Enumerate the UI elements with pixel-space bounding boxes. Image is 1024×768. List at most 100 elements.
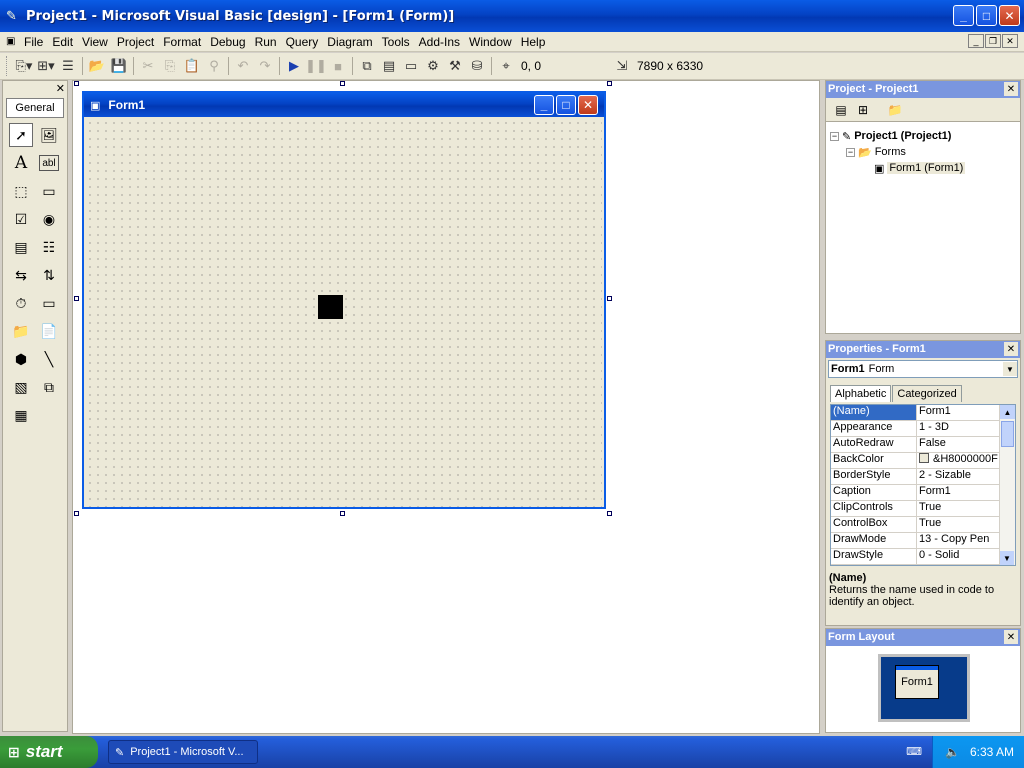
minimize-button[interactable]: _ [953, 5, 974, 26]
property-row[interactable]: DrawMode 13 - Copy Pen [831, 533, 1015, 549]
redo-icon[interactable]: ↷ [254, 55, 276, 77]
optionbutton-tool-icon[interactable]: ◉ [37, 207, 61, 231]
commandbutton-tool-icon[interactable]: ▭ [37, 179, 61, 203]
resize-handle[interactable] [74, 296, 79, 301]
menu-tools[interactable]: Tools [382, 35, 410, 49]
listbox-tool-icon[interactable]: ☷ [37, 235, 61, 259]
toolbar-grip[interactable] [6, 56, 9, 76]
menu-file[interactable]: File [24, 35, 43, 49]
property-row[interactable]: ClipControls True [831, 501, 1015, 517]
property-row[interactable]: BorderStyle 2 - Sizable [831, 469, 1015, 485]
chevron-down-icon[interactable]: ▼ [1003, 362, 1017, 376]
project-pane-close-icon[interactable]: ✕ [1004, 82, 1018, 96]
resize-handle[interactable] [340, 511, 345, 516]
toolbox-icon[interactable]: ⚒ [444, 55, 466, 77]
vb-app-icon[interactable]: ✎ [6, 8, 22, 24]
checkbox-tool-icon[interactable]: ☑ [9, 207, 33, 231]
collapse-icon[interactable]: − [846, 147, 855, 157]
start-button[interactable]: ⊞ start [0, 736, 98, 768]
menu-edit[interactable]: Edit [52, 35, 73, 49]
property-row[interactable]: ControlBox True [831, 517, 1015, 533]
menu-project[interactable]: Project [117, 35, 154, 49]
menu-add-ins[interactable]: Add-Ins [419, 35, 460, 49]
toggle-folders-icon[interactable]: 📁 [886, 101, 904, 119]
mdi-restore-button[interactable]: ❐ [985, 34, 1001, 48]
dirlistbox-tool-icon[interactable]: 📁 [9, 319, 33, 343]
scroll-down-icon[interactable]: ▼ [1000, 551, 1014, 565]
toolbox-close-icon[interactable]: ✕ [56, 82, 65, 95]
keyboard-icon[interactable]: ⌨ [906, 745, 922, 758]
find-icon[interactable]: ⚲ [203, 55, 225, 77]
mdi-close-button[interactable]: ✕ [1002, 34, 1018, 48]
toolbox-tab-general[interactable]: General [6, 98, 64, 118]
collapse-icon[interactable]: − [830, 131, 839, 141]
property-row[interactable]: Caption Form1 [831, 485, 1015, 501]
property-row[interactable]: DrawStyle 0 - Solid [831, 549, 1015, 565]
filelistbox-tool-icon[interactable]: 📄 [37, 319, 61, 343]
resize-handle[interactable] [340, 81, 345, 86]
hscrollbar-tool-icon[interactable]: ⇆ [9, 263, 33, 287]
data-tool-icon[interactable]: ⧉ [37, 375, 61, 399]
line-tool-icon[interactable]: ╲ [37, 347, 61, 371]
view-object-icon[interactable]: ⊞ [854, 101, 872, 119]
start-icon[interactable]: ▶ [283, 55, 305, 77]
shape-tool-icon[interactable]: ⬢ [9, 347, 33, 371]
pointer-tool-icon[interactable]: ➚ [9, 123, 33, 147]
drivelistbox-tool-icon[interactable]: ▭ [37, 291, 61, 315]
maximize-button[interactable]: □ [976, 5, 997, 26]
picturebox-tool-icon[interactable]: 🖼 [37, 123, 61, 147]
menu-query[interactable]: Query [286, 35, 319, 49]
scroll-up-icon[interactable]: ▲ [1000, 405, 1015, 419]
menu-help[interactable]: Help [521, 35, 546, 49]
break-icon[interactable]: ❚❚ [305, 55, 327, 77]
frame-tool-icon[interactable]: ⬚ [9, 179, 33, 203]
properties-icon[interactable]: ▤ [378, 55, 400, 77]
taskbar-button-vb[interactable]: ✎ Project1 - Microsoft V... [108, 740, 258, 764]
menu-window[interactable]: Window [469, 35, 512, 49]
tab-alphabetic[interactable]: Alphabetic [830, 385, 892, 402]
form-control-black-square[interactable] [318, 295, 343, 319]
resize-handle[interactable] [607, 81, 612, 86]
timer-tool-icon[interactable]: ⏱ [9, 291, 33, 315]
cut-icon[interactable]: ✂ [137, 55, 159, 77]
property-row[interactable]: (Name) Form1 [831, 405, 1015, 421]
add-project-icon[interactable]: ⎘▾ [13, 55, 35, 77]
menu-view[interactable]: View [82, 35, 108, 49]
object-browser-icon[interactable]: ⚙ [422, 55, 444, 77]
menu-editor-icon[interactable]: ☰ [57, 55, 79, 77]
close-button[interactable]: ✕ [999, 5, 1020, 26]
properties-scrollbar[interactable]: ▲ ▼ [999, 405, 1015, 565]
vscrollbar-tool-icon[interactable]: ⇅ [37, 263, 61, 287]
speaker-icon[interactable]: 🔈 [945, 745, 960, 759]
add-form-icon[interactable]: ⊞▾ [35, 55, 57, 77]
scroll-thumb[interactable] [1001, 421, 1014, 447]
tree-row-forms[interactable]: − 📂 Forms [830, 144, 1016, 160]
tree-row-form1[interactable]: ▣ Form1 (Form1) [830, 160, 1016, 176]
copy-icon[interactable]: ⎘ [159, 55, 181, 77]
combobox-tool-icon[interactable]: ▤ [9, 235, 33, 259]
form-layout-close-icon[interactable]: ✕ [1004, 630, 1018, 644]
tab-categorized[interactable]: Categorized [892, 385, 962, 402]
property-row[interactable]: Appearance 1 - 3D [831, 421, 1015, 437]
mini-form-preview[interactable]: Form1 [895, 665, 939, 699]
label-tool-icon[interactable]: A [9, 151, 33, 175]
form-minimize-button[interactable]: _ [534, 95, 554, 115]
image-tool-icon[interactable]: ▧ [9, 375, 33, 399]
form-close-button[interactable]: ✕ [578, 95, 598, 115]
undo-icon[interactable]: ↶ [232, 55, 254, 77]
property-row[interactable]: AutoRedraw False [831, 437, 1015, 453]
form-title-bar[interactable]: ▣ Form1 _ □ ✕ [84, 93, 604, 117]
end-icon[interactable]: ■ [327, 55, 349, 77]
object-selector-combo[interactable]: Form1 Form ▼ [828, 360, 1018, 378]
clock[interactable]: 6:33 AM [970, 745, 1014, 759]
property-row[interactable]: BackColor &H8000000F [831, 453, 1015, 469]
resize-handle[interactable] [607, 511, 612, 516]
tree-row-project[interactable]: − ✎ Project1 (Project1) [830, 128, 1016, 144]
resize-handle[interactable] [74, 511, 79, 516]
menu-run[interactable]: Run [255, 35, 277, 49]
resize-handle[interactable] [74, 81, 79, 86]
form-designer-window[interactable]: ▣ Form1 _ □ ✕ [82, 91, 606, 509]
form-layout-icon[interactable]: ▭ [400, 55, 422, 77]
menu-format[interactable]: Format [163, 35, 201, 49]
data-view-icon[interactable]: ⛁ [466, 55, 488, 77]
